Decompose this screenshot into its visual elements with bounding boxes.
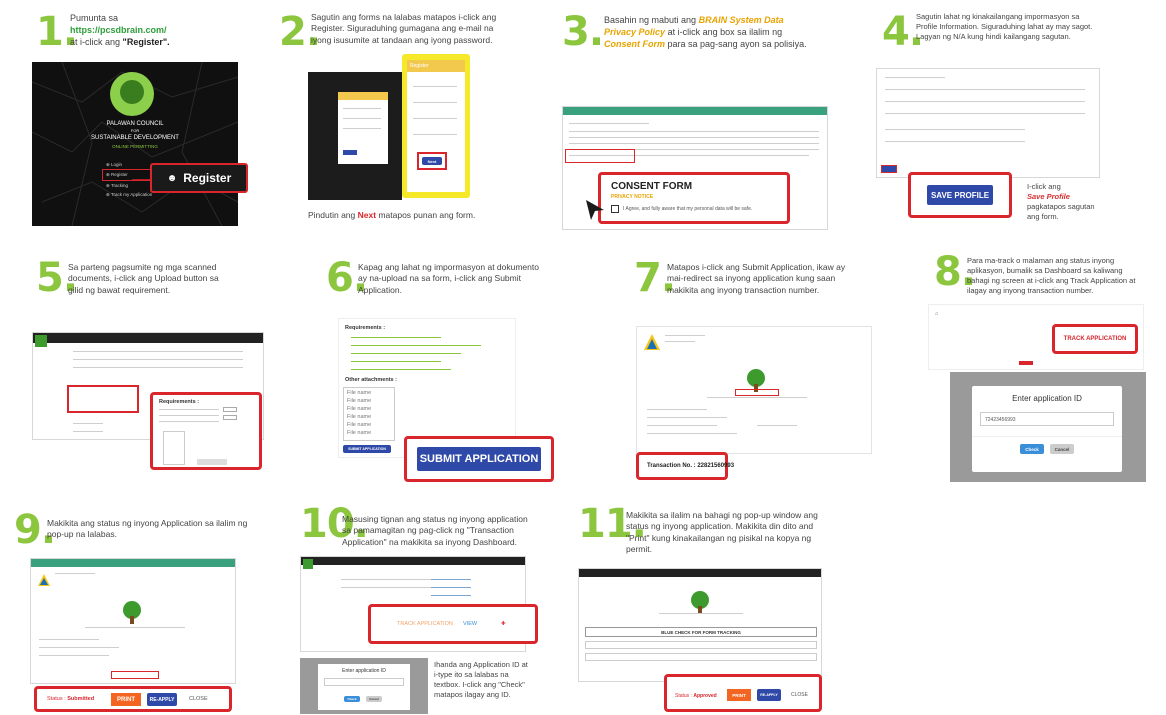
check-button-10[interactable]: Check [344, 696, 360, 702]
requirements-label-6: Requirements : [345, 325, 386, 331]
cancel-button-10[interactable]: Cancel [366, 696, 382, 702]
dashboard-label: ⌂ [935, 311, 939, 317]
track-application-box: TRACK APPLICATION [1052, 324, 1138, 354]
file-list: File name File name File name File name … [343, 387, 395, 441]
upload-button-1[interactable] [223, 407, 237, 412]
app-id-input-10[interactable] [324, 678, 404, 686]
submit-application-button[interactable]: SUBMIT APPLICATION [417, 447, 541, 471]
submit-application-box: SUBMIT APPLICATION [404, 436, 554, 482]
print-button-9[interactable]: PRINT [111, 693, 141, 706]
consent-title: CONSENT FORM [611, 181, 693, 192]
register-button[interactable]: ☻ Register [150, 163, 248, 193]
reapply-button-11[interactable]: RE-APPLY [757, 689, 781, 701]
register-form-title: Register [407, 60, 465, 72]
step-9-text: Makikita ang status ng inyong Applicatio… [47, 518, 248, 540]
status-submitted: Status : Submitted [47, 696, 95, 702]
consent-subtitle: PRIVACY NOTICE [611, 194, 654, 200]
step-2-caption: Pindutin ang Next matapos punan ang form… [308, 210, 476, 220]
step-11-text: Makikita sa ilalim na bahagi ng pop-up w… [626, 510, 818, 555]
upload-button-2[interactable] [223, 415, 237, 420]
step-10-modal-overlay: Enter application ID Check Cancel [300, 658, 428, 714]
other-attachments-label: Other attachments : [345, 377, 397, 383]
step-4-screenshot [876, 68, 1100, 178]
save-profile-button[interactable]: SAVE PROFILE [927, 185, 993, 205]
step-10-text: Masusing tignan ang status ng inyong app… [342, 514, 528, 547]
step-1-text: Pumunta sa https://pcsdbrain.com/ at i-c… [70, 13, 170, 48]
transaction-number: Transaction No. : 22821560993 [647, 463, 735, 469]
next-button[interactable]: Next [422, 157, 442, 165]
track-small-link[interactable]: TRACK APPLICATION [397, 621, 453, 627]
consent-checkbox[interactable] [611, 205, 619, 213]
save-profile-box: SAVE PROFILE [908, 172, 1012, 218]
step-7-screenshot [636, 326, 872, 454]
phone-frame: Register Next [402, 54, 470, 198]
step-5-text: Sa parteng pagsumite ng mga scanned docu… [68, 262, 219, 295]
enter-app-id-modal-10: Enter application ID Check Cancel [318, 664, 410, 710]
org-title: PALAWAN COUNCIL FOR SUSTAINABLE DEVELOPM… [91, 121, 179, 150]
menu-login[interactable]: ⊕ Login [106, 160, 152, 169]
consent-check-label: I Agree, and fully aware that my persona… [623, 206, 753, 212]
step-10-caption: Ihanda ang Application ID at i-type ito … [434, 660, 528, 700]
register-form-small [338, 92, 388, 164]
step-4-caption: I-click ang Save Profile pagkatapos saguta… [1027, 182, 1095, 222]
ph-seal-icon [643, 333, 661, 356]
status-bar-9: Status : Submitted PRINT RE-APPLY CLOSE [34, 686, 232, 712]
step-9-screenshot [30, 558, 236, 684]
consent-form-box: CONSENT FORM PRIVACY NOTICE I Agree, and… [598, 172, 790, 224]
submit-application-small[interactable]: SUBMIT APPLICATION [343, 445, 391, 453]
track-application-link[interactable]: TRACK APPLICATION [1055, 336, 1135, 342]
step-2-screenshot-bg [308, 72, 402, 200]
view-link[interactable]: VIEW [463, 621, 477, 627]
next-highlight: Next [417, 152, 447, 170]
step-1-screenshot: PALAWAN COUNCIL FOR SUSTAINABLE DEVELOPM… [32, 62, 238, 226]
modal-title: Enter application ID [1012, 394, 1082, 403]
check-button[interactable]: Check [1020, 444, 1044, 454]
register-form: Register Next [407, 60, 465, 192]
step-11-screenshot: BLUE CHECK FOR FORM TRACKING [578, 568, 822, 682]
status-approved: Status : Approved [675, 693, 717, 699]
reapply-button-9[interactable]: RE-APPLY [147, 693, 177, 706]
step-8-modal-overlay: Enter application ID 72423456993 Check C… [950, 372, 1146, 482]
requirements-label: Requirements : [159, 399, 200, 405]
user-icon: ☻ [166, 172, 178, 184]
app-id-input[interactable]: 72423456993 [980, 412, 1114, 426]
step-8-text: Para ma-track o malaman ang status inyon… [967, 256, 1136, 296]
step-4-text: Sagutin lahat ng kinakailangang impormas… [916, 12, 1093, 42]
upload-requirements-box: Requirements : [150, 392, 262, 470]
step-3-text: Basahin ng mabuti ang BRAIN System Data … [604, 15, 807, 50]
cancel-button[interactable]: Cancel [1050, 444, 1074, 454]
ph-seal-icon-9 [37, 573, 51, 592]
step-7-text: Matapos i-click ang Submit Application, … [667, 262, 846, 295]
permit-title: BLUE CHECK FOR FORM TRACKING [585, 627, 817, 637]
step-2-text: Sagutin ang forms na lalabas matapos i-c… [311, 12, 497, 45]
transaction-number-box: Transaction No. : 22821560993 [636, 452, 734, 480]
pcsd-logo [110, 72, 154, 116]
close-button-9[interactable]: CLOSE [189, 696, 208, 702]
step-3-number: 3. [562, 9, 604, 55]
modal-title-10: Enter application ID [342, 668, 386, 674]
cursor-icon [584, 198, 606, 227]
transaction-application-box: TRACK APPLICATION VIEW ✚ [368, 604, 538, 644]
step-6-text: Kapag ang lahat ng impormasyon at dokume… [358, 262, 539, 295]
add-link[interactable]: ✚ [501, 621, 506, 627]
status-bar-11: Status : Approved PRINT RE-APPLY CLOSE [664, 674, 822, 712]
close-button-11[interactable]: CLOSE [791, 692, 808, 698]
print-button-11[interactable]: PRINT [727, 689, 751, 701]
enter-app-id-modal: Enter application ID 72423456993 Check C… [972, 386, 1122, 472]
